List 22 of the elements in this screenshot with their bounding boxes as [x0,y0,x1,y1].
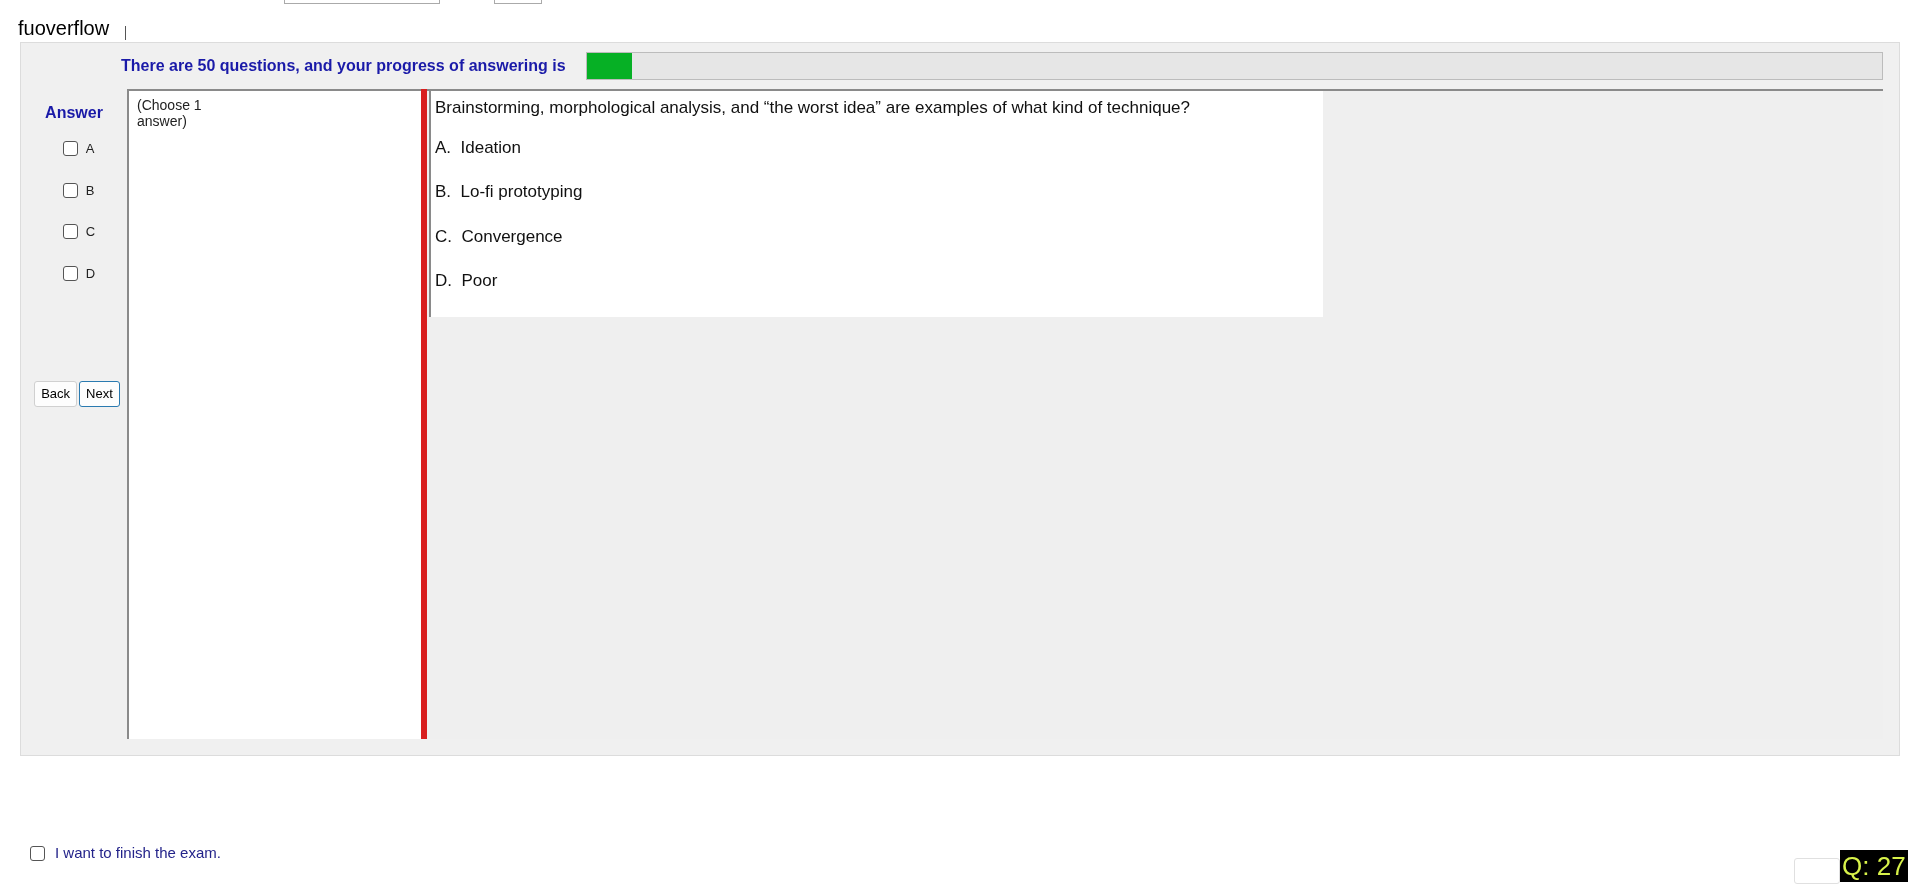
checkbox[interactable] [62,182,78,198]
site-label: fuoverflow [18,18,110,40]
checkbox[interactable] [62,224,78,240]
checkbox[interactable] [62,265,78,281]
question-number: Q: 27 [1840,850,1908,882]
answer-checkbox[interactable]: D [62,263,96,283]
next-button[interactable]: Next [79,381,120,407]
progress-label: There are 50 questions, and your progress of answering is [121,56,566,76]
answer-checkbox[interactable]: A [62,139,96,159]
checkbox[interactable] [30,845,45,861]
answer-choice: B. Lo-fi prototyping [435,181,584,203]
answer-choice: D. Poor [435,270,499,292]
answer-checkbox[interactable]: C [62,222,96,242]
answer-choice: C. Convergence [435,225,564,248]
question-text: Brainstorming, morphological analysis, and “the worst idea” are examples of what kind of technique? [435,97,1191,119]
checkbox[interactable] [62,141,78,157]
answer-checkbox[interactable]: B [62,180,96,200]
answer-heading: Answer [45,103,103,123]
answer-choice: A. Ideation [435,136,522,159]
back-button[interactable]: Back [34,381,78,407]
finish-label: I want to finish the exam. [55,843,221,863]
instruction-text: (Choose 1 answer) [137,97,203,129]
